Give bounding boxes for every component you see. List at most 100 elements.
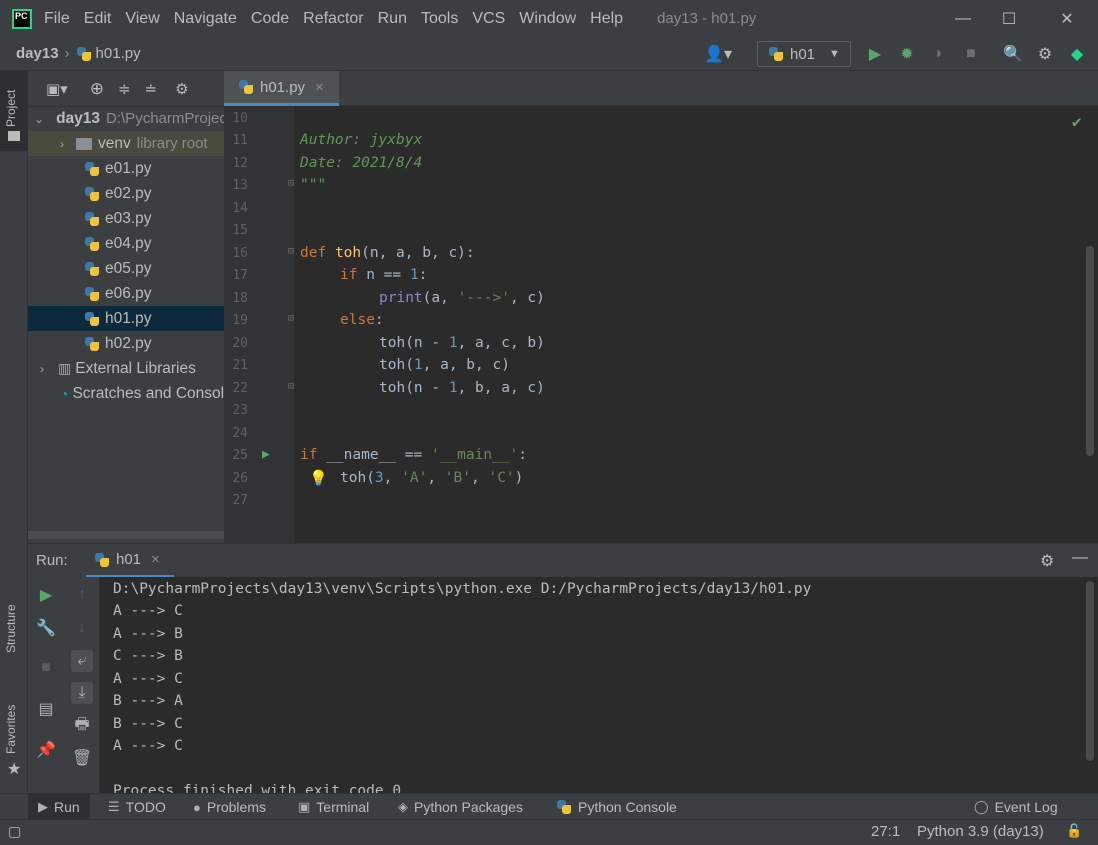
star-icon: ★ <box>7 761 22 778</box>
tree-item-venv[interactable]: › venv library root <box>28 131 224 156</box>
tree-file-item[interactable]: e01.py <box>28 156 224 181</box>
checkmark-icon: ✔ <box>1072 112 1082 131</box>
gear-icon[interactable]: ⚙ <box>1036 45 1054 63</box>
rerun-icon[interactable]: ▶ <box>35 584 57 606</box>
minimize-button[interactable]: — <box>940 0 986 37</box>
run-configuration-select[interactable]: h01 ▼ <box>757 41 851 67</box>
tree-root-day13[interactable]: ⌄ day13 D:\PycharmProjects\day13 <box>28 106 224 131</box>
menu-refactor[interactable]: Refactor <box>303 10 363 28</box>
stop-icon[interactable]: ■ <box>35 657 57 679</box>
menu-view[interactable]: View <box>125 10 159 28</box>
breadcrumb-file[interactable]: h01.py <box>96 45 141 62</box>
tab-structure[interactable]: Structure <box>4 604 18 653</box>
search-icon[interactable]: 🔍 <box>1003 45 1023 63</box>
line-number: 25 <box>232 448 248 463</box>
hide-icon[interactable]: — <box>1072 549 1088 567</box>
menu-window[interactable]: Window <box>519 10 576 28</box>
editor-tab-bar: h01.py × <box>224 71 1098 106</box>
fold-icon[interactable]: ⊟ <box>288 313 294 324</box>
python-file-icon <box>84 336 100 352</box>
tab-run-h01[interactable]: h01 × <box>86 544 174 578</box>
pin-icon[interactable]: 📌 <box>35 739 57 761</box>
console-command: D:\PycharmProjects\day13\venv\Scripts\py… <box>113 581 812 597</box>
run-tab-label: h01 <box>116 551 142 568</box>
tab-run[interactable]: ▶ Run <box>28 794 90 820</box>
layout-icon[interactable]: ▤ <box>35 698 57 720</box>
print-icon[interactable]: 🖶 <box>71 715 93 737</box>
menu-help[interactable]: Help <box>590 10 623 28</box>
fold-icon[interactable]: ⊟ <box>288 381 294 392</box>
lightbulb-icon[interactable]: 💡 <box>309 469 328 487</box>
jetbrains-toolbox-icon[interactable]: ◆ <box>1068 45 1086 63</box>
close-icon[interactable]: × <box>151 551 160 568</box>
run-icon[interactable]: ▶ <box>866 45 884 63</box>
tree-file-item[interactable]: e04.py <box>28 231 224 256</box>
view-mode-icon[interactable]: ▣▾ <box>46 80 68 98</box>
vertical-scrollbar[interactable] <box>1086 581 1094 761</box>
run-gutter-icon[interactable]: ▶ <box>262 447 270 462</box>
gear-icon[interactable]: ⚙ <box>175 80 188 98</box>
coverage-icon[interactable]: ◗ <box>930 45 948 63</box>
tab-python-packages[interactable]: ◈ Python Packages <box>398 794 523 820</box>
expand-all-icon[interactable]: ≑ <box>118 80 131 98</box>
tool-windows-icon[interactable]: ▢ <box>8 823 21 840</box>
lock-icon[interactable]: 🔓 <box>1066 823 1082 839</box>
menu-edit[interactable]: Edit <box>84 10 112 28</box>
code-editor[interactable]: 10 11 12 13 14 15 16 17 18 19 20 21 22 2… <box>224 106 1098 543</box>
fold-icon[interactable]: ⊟ <box>288 246 294 257</box>
menu-run[interactable]: Run <box>378 10 407 28</box>
vertical-scrollbar[interactable] <box>1086 246 1094 456</box>
arrow-down-icon[interactable]: ↓ <box>71 617 93 639</box>
tab-todo[interactable]: ☰ TODO <box>108 794 166 820</box>
tree-file-item[interactable]: h02.py <box>28 331 224 356</box>
code-line: def toh(n, a, b, c): <box>300 245 475 261</box>
tab-h01-py[interactable]: h01.py × <box>224 71 339 106</box>
interpreter-status[interactable]: Python 3.9 (day13) <box>917 823 1044 840</box>
maximize-button[interactable]: ☐ <box>986 0 1032 37</box>
console-line: A ---> B <box>113 626 183 642</box>
menu-code[interactable]: Code <box>251 10 289 28</box>
close-icon[interactable]: × <box>315 79 324 96</box>
tab-python-console[interactable]: Python Console <box>556 794 677 820</box>
run-console-output[interactable]: D:\PycharmProjects\day13\venv\Scripts\py… <box>100 577 1098 793</box>
scroll-to-end-icon[interactable]: ⤓ <box>71 682 93 704</box>
user-icon[interactable]: 👤▾ <box>702 45 734 63</box>
locate-icon[interactable]: ⊕ <box>90 79 104 99</box>
debug-icon[interactable]: ✹ <box>898 45 916 63</box>
tree-file-item[interactable]: e03.py <box>28 206 224 231</box>
tree-item-external-libraries[interactable]: › ▥ External Libraries <box>28 356 224 381</box>
stop-icon[interactable]: ■ <box>962 45 980 63</box>
tab-favorites[interactable]: Favorites <box>4 705 18 754</box>
menu-file[interactable]: File <box>44 10 70 28</box>
line-number: 10 <box>232 111 248 126</box>
breadcrumb-separator-icon: › <box>64 45 70 62</box>
gear-icon[interactable]: ⚙ <box>1040 551 1054 571</box>
fold-icon[interactable]: ⊟ <box>288 178 294 189</box>
menu-navigate[interactable]: Navigate <box>174 10 237 28</box>
tree-item-scratches[interactable]: ◔ Scratches and Consoles <box>28 381 224 406</box>
tab-project[interactable]: Project <box>0 71 28 151</box>
wrench-icon[interactable]: 🔧 <box>35 617 57 639</box>
tab-project-label: Project <box>4 89 18 127</box>
pycharm-logo-icon: PC <box>12 8 32 29</box>
collapse-all-icon[interactable]: ≐ <box>145 80 158 98</box>
tab-problems[interactable]: ● Problems <box>193 794 266 820</box>
trash-icon[interactable]: 🗑 <box>71 747 93 769</box>
tree-file-item[interactable]: e02.py <box>28 181 224 206</box>
chevron-right-icon: › <box>60 136 64 151</box>
packages-icon: ◈ <box>398 799 408 814</box>
soft-wrap-icon[interactable]: ⤶ <box>71 650 93 672</box>
tab-terminal[interactable]: ▣ Terminal <box>298 794 369 820</box>
caret-position[interactable]: 27:1 <box>871 823 900 840</box>
tree-file-item[interactable]: e06.py <box>28 281 224 306</box>
tree-file-item[interactable]: e05.py <box>28 256 224 281</box>
menu-tools[interactable]: Tools <box>421 10 458 28</box>
close-button[interactable]: ✕ <box>1044 0 1090 37</box>
line-number: 13 <box>232 178 248 193</box>
breadcrumb-project[interactable]: day13 <box>16 45 59 62</box>
horizontal-scrollbar[interactable] <box>28 531 224 539</box>
tree-file-item-selected[interactable]: h01.py <box>28 306 224 331</box>
arrow-up-icon[interactable]: ↑ <box>71 584 93 606</box>
menu-vcs[interactable]: VCS <box>472 10 505 28</box>
tab-event-log[interactable]: ◯ Event Log <box>974 794 1058 820</box>
